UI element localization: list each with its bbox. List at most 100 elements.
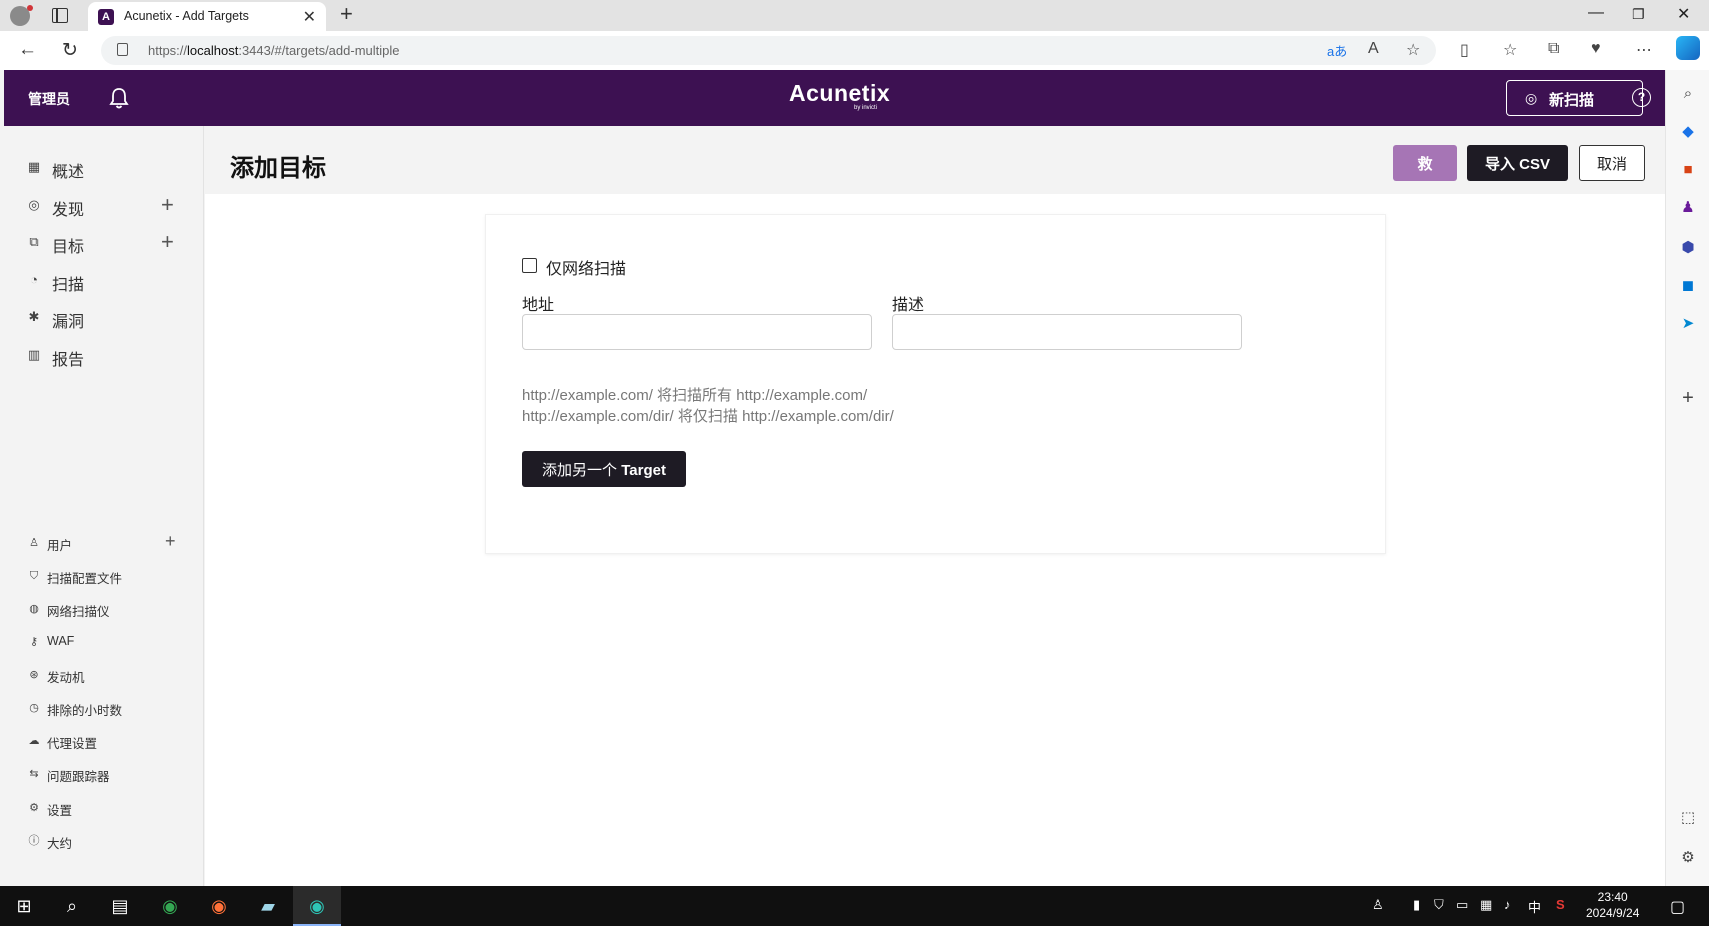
window-close-icon[interactable]: ✕ xyxy=(1677,4,1690,24)
engine-icon: ⊛ xyxy=(29,669,39,681)
sidebar-item-overview[interactable]: ▦ 概述 xyxy=(4,152,204,182)
url-text[interactable]: https://localhost:3443/#/targets/add-mul… xyxy=(148,43,400,58)
volume-icon[interactable]: ♪ xyxy=(1504,897,1511,912)
sidebar-item-vulnerabilities[interactable]: ✱ 漏洞 xyxy=(4,302,204,332)
acunetix-favicon-icon: A xyxy=(98,9,114,25)
target-icon: ◎ xyxy=(28,197,40,212)
sidebar-item-network-scanner[interactable]: ◍ 网络扫描仪 xyxy=(4,597,204,621)
shopping-icon[interactable]: ◆ xyxy=(1678,122,1698,142)
m365-icon[interactable]: ⬢ xyxy=(1678,238,1698,258)
browser-tab-strip: A Acunetix - Add Targets ✕ + — ❐ ✕ xyxy=(0,0,1709,31)
grid-icon: ▦ xyxy=(27,159,41,174)
scan-icon: ◎ xyxy=(1525,90,1538,106)
system-clock[interactable]: 23:40 2024/9/24 xyxy=(1586,889,1639,921)
bug-icon: ✱ xyxy=(28,309,40,324)
favorites-icon[interactable]: ☆ xyxy=(1503,40,1517,60)
add-target-icon[interactable]: + xyxy=(161,229,174,255)
hint-line-2: http://example.com/dir/ 将仅扫描 http://exam… xyxy=(522,408,894,425)
acunetix-logo: Acunetix xyxy=(789,80,891,106)
hint-line-1: http://example.com/ 将扫描所有 http://example… xyxy=(522,387,868,404)
screenshot-icon[interactable]: ⬚ xyxy=(1678,808,1698,828)
description-label: 描述 xyxy=(892,297,925,314)
restore-icon[interactable]: ❐ xyxy=(1632,6,1645,23)
sidebar-item-settings[interactable]: ⚙ 设置 xyxy=(4,796,204,820)
add-sidebar-icon[interactable]: + xyxy=(1678,388,1698,408)
people-icon[interactable]: ♙ xyxy=(1372,897,1384,913)
app-icon[interactable]: ▰ xyxy=(256,894,280,918)
sidebar-item-reports[interactable]: ▥ 报告 xyxy=(4,340,204,370)
help-icon[interactable]: ? xyxy=(1632,88,1651,107)
sidebar-item-about[interactable]: ⓘ 大约 xyxy=(4,829,204,853)
chrome-icon[interactable]: ◉ xyxy=(158,894,182,918)
page-title-bar: 添加目标 救 导入 CSV 取消 xyxy=(205,126,1665,194)
sidebar-item-engines[interactable]: ⊛ 发动机 xyxy=(4,663,204,687)
sogou-icon[interactable]: S xyxy=(1556,897,1565,912)
tab-actions-icon[interactable] xyxy=(52,8,68,23)
app-header: 管理员 Acunetix by invicti ◎ 新扫描 ? xyxy=(4,70,1665,126)
browser-tab[interactable]: A Acunetix - Add Targets ✕ xyxy=(88,2,326,31)
notification-dot-icon xyxy=(27,5,33,11)
edge-taskbar-button[interactable]: ◉ xyxy=(293,886,341,926)
search-icon[interactable]: ⌕ xyxy=(1678,84,1698,104)
sidebar-item-targets[interactable]: ⧉ 目标 + xyxy=(4,227,204,257)
more-menu-icon[interactable]: ⋯ xyxy=(1636,40,1652,60)
task-view-icon[interactable]: ▤ xyxy=(108,894,132,918)
keyboard-tray-icon[interactable]: ▦ xyxy=(1480,897,1492,913)
new-tab-icon[interactable]: + xyxy=(340,1,353,27)
read-aloud-icon[interactable]: A xyxy=(1368,40,1379,58)
add-user-icon[interactable]: + xyxy=(165,531,176,552)
bell-icon[interactable] xyxy=(105,84,133,112)
copilot-icon[interactable] xyxy=(1676,36,1700,60)
description-input[interactable] xyxy=(892,314,1242,350)
cancel-button[interactable]: 取消 xyxy=(1579,145,1645,181)
firefox-icon[interactable]: ◉ xyxy=(207,894,231,918)
page-title: 添加目标 xyxy=(230,155,326,182)
windows-start-icon[interactable]: ⊞ xyxy=(12,894,36,918)
ime-indicator[interactable]: 中 xyxy=(1528,897,1541,916)
send-icon[interactable]: ➤ xyxy=(1678,314,1698,334)
sidebar-item-scan-profiles[interactable]: ⛉ 扫描配置文件 xyxy=(4,564,204,588)
back-icon[interactable]: ← xyxy=(18,39,37,61)
sidebar-item-excluded-hours[interactable]: ◷ 排除的小时数 xyxy=(4,696,204,720)
split-screen-icon[interactable]: ▯ xyxy=(1460,40,1469,60)
address-input[interactable] xyxy=(522,314,872,350)
sidebar-item-scans[interactable]: ◔ 扫描 xyxy=(4,265,204,295)
edge-icon: ◉ xyxy=(309,896,325,916)
network-tray-icon[interactable]: ▭ xyxy=(1456,897,1468,913)
save-button[interactable]: 救 xyxy=(1393,145,1457,181)
close-tab-icon[interactable]: ✕ xyxy=(303,7,316,27)
sidebar-item-discovery[interactable]: ◎ 发现 + xyxy=(4,190,204,220)
taskbar-search-icon[interactable]: ⌕ xyxy=(60,894,84,918)
sidebar-item-proxy[interactable]: ☁ 代理设置 xyxy=(4,729,204,753)
tracker-icon: ⇆ xyxy=(29,768,39,780)
browser-essentials-icon[interactable]: ♥ xyxy=(1591,40,1601,58)
import-csv-button[interactable]: 导入 CSV xyxy=(1467,145,1568,181)
sidebar-item-issue-tracker[interactable]: ⇆ 问题跟踪器 xyxy=(4,762,204,786)
sidebar-item-users[interactable]: ♙ 用户 + xyxy=(4,531,204,555)
refresh-icon[interactable]: ↻ xyxy=(62,39,78,62)
shield-icon: ⛉ xyxy=(29,570,39,582)
outlook-icon[interactable]: ◼ xyxy=(1678,276,1698,296)
tools-icon[interactable]: ■ xyxy=(1678,160,1698,180)
address-label: 地址 xyxy=(522,297,555,314)
network-scan-only-checkbox[interactable] xyxy=(522,258,537,273)
sidebar-item-waf[interactable]: ⚷ WAF xyxy=(4,630,204,654)
translate-icon[interactable]: aあ xyxy=(1327,41,1347,60)
key-icon: ⚷ xyxy=(29,636,39,648)
games-icon[interactable]: ♟ xyxy=(1678,198,1698,218)
app-sidebar: ▦ 概述 ◎ 发现 + ⧉ 目标 + ◔ 扫描 ✱ 漏洞 ▥ 报告 ♙ 用户 +… xyxy=(4,126,204,886)
scan-icon: ◔ xyxy=(30,272,38,287)
shield-tray-icon[interactable]: ⛉ xyxy=(1434,897,1444,913)
add-another-target-button[interactable]: 添加另一个 Target xyxy=(522,451,686,487)
collections-icon[interactable]: ⧉ xyxy=(1548,40,1559,58)
notification-center-icon[interactable]: ▢ xyxy=(1670,897,1685,917)
add-discovery-icon[interactable]: + xyxy=(161,192,174,218)
sidebar-settings-icon[interactable]: ⚙ xyxy=(1678,848,1698,868)
user-menu[interactable]: 管理员 xyxy=(28,89,70,109)
favorite-star-icon[interactable]: ☆ xyxy=(1406,40,1420,60)
network-icon: ◍ xyxy=(29,603,39,615)
address-bar[interactable]: https://localhost:3443/#/targets/add-mul… xyxy=(101,36,1436,65)
new-scan-button[interactable]: ◎ 新扫描 xyxy=(1506,80,1643,116)
usb-icon[interactable]: ▮ xyxy=(1413,897,1420,913)
minimize-icon[interactable]: — xyxy=(1588,4,1604,22)
